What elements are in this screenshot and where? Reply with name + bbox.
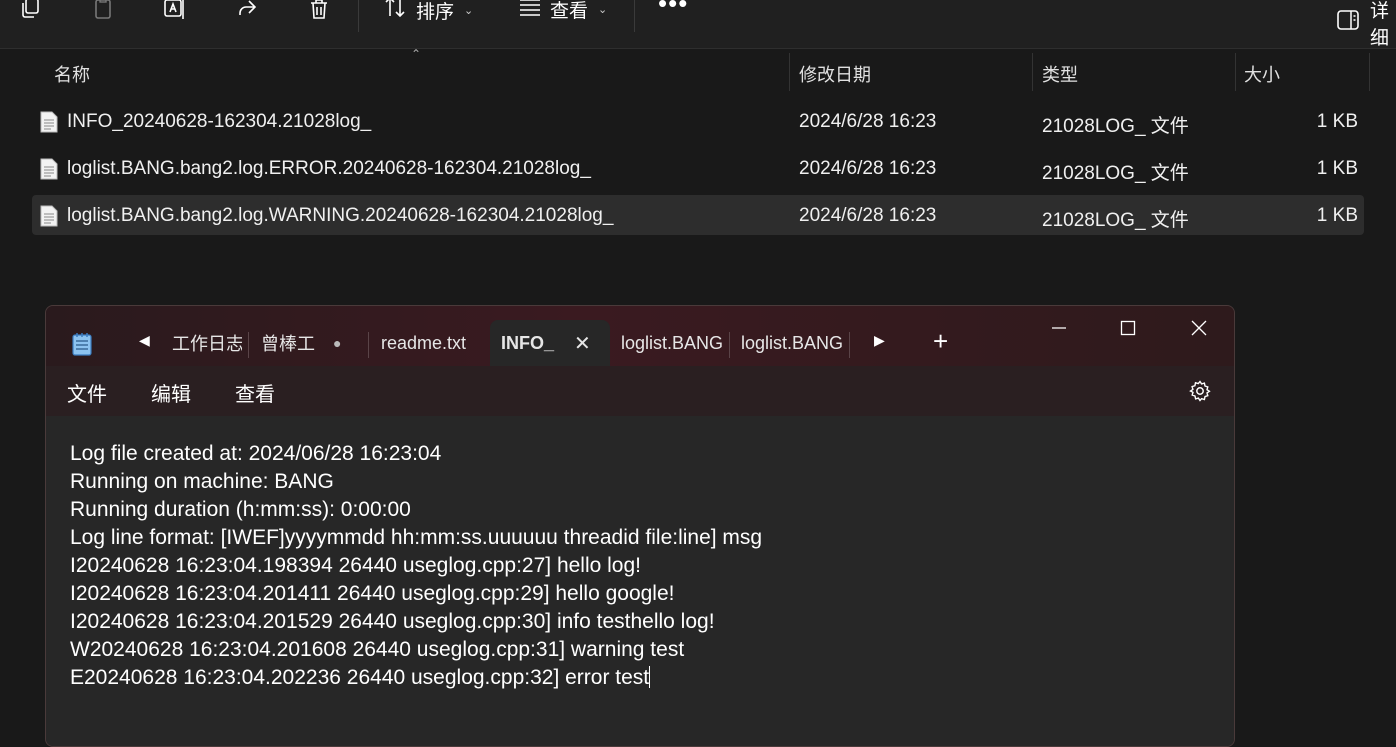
file-name: loglist.BANG.bang2.log.WARNING.20240628-… [67,205,614,226]
minimize-icon[interactable] [1039,314,1079,342]
file-type: 21028LOG_ 文件 [1042,210,1189,231]
text-line: I20240628 16:23:04.201529 26440 useglog.… [70,610,715,633]
menu-edit[interactable]: 编辑 [151,378,191,407]
share-icon[interactable] [232,0,262,24]
tab-scroll-left-icon[interactable]: ◀ [139,332,150,349]
tab-scroll-right-icon[interactable]: ▶ [874,332,885,349]
sort-icon [384,0,408,24]
tab-work-log[interactable]: 工作日志 [172,320,242,366]
text-file-icon [40,205,58,232]
text-line: Running duration (h:mm:ss): 0:00:00 [70,498,411,521]
view-button[interactable]: 查看 ⌄ [518,0,607,23]
notepad-title-bar[interactable]: ◀ 工作日志 曾棒工 ● readme.txt INFO_ ✕ loglist.… [46,306,1234,366]
menu-view[interactable]: 查看 [235,378,275,407]
details-pane-icon [1336,9,1360,37]
text-line: I20240628 16:23:04.198394 26440 useglog.… [70,554,641,577]
file-name: loglist.BANG.bang2.log.ERROR.20240628-16… [67,158,591,179]
tab-label: 曾棒工 [261,334,315,354]
details-label: 详细 [1370,1,1390,49]
tab-info-active[interactable]: INFO_ ✕ [490,320,610,366]
file-size: 1 KB [1316,158,1358,179]
text-line: Running on machine: BANG [70,470,334,493]
tab-readme[interactable]: readme.txt [381,320,466,366]
view-list-icon [518,0,542,23]
text-line-last: E20240628 16:23:04.202236 26440 useglog.… [70,666,651,690]
text-line: Log file created at: 2024/06/28 16:23:04 [70,442,442,465]
toolbar-divider [358,0,359,32]
tab-divider [248,332,249,358]
tab-divider [368,332,369,358]
rename-icon[interactable] [160,0,190,24]
chevron-down-icon: ⌄ [464,4,474,17]
file-date: 2024/6/28 16:23 [799,158,937,179]
notepad-menu-bar: 文件 编辑 查看 [46,366,1234,416]
tab-label: readme.txt [381,332,467,353]
file-type: 21028LOG_ 文件 [1042,116,1189,137]
file-row[interactable]: loglist.BANG.bang2.log.ERROR.20240628-16… [32,148,1364,188]
column-header-date[interactable]: 修改日期 [799,61,871,87]
sort-label: 排序 [416,1,455,23]
unsaved-dot-icon: ● [333,335,342,351]
tab-zeng[interactable]: 曾棒工 ● [261,320,341,366]
tab-divider [849,332,850,358]
text-line: Log line format: [IWEF]yyyymmdd hh:mm:ss… [70,526,763,549]
column-header-size[interactable]: 大小 [1244,61,1280,87]
file-name: INFO_20240628-162304.21028log_ [67,111,372,132]
text-line: I20240628 16:23:04.201411 26440 useglog.… [70,582,675,605]
file-row-selected[interactable]: loglist.BANG.bang2.log.WARNING.20240628-… [32,195,1364,235]
close-window-icon[interactable] [1179,314,1219,342]
tab-loglist-error[interactable]: loglist.BANG [621,320,723,366]
column-divider[interactable] [789,53,790,91]
tab-label: loglist.BANG [621,332,724,353]
file-date: 2024/6/28 16:23 [799,205,937,226]
settings-gear-icon[interactable] [1188,379,1212,408]
delete-icon[interactable] [304,0,334,24]
column-divider[interactable] [1369,53,1370,91]
close-tab-icon[interactable]: ✕ [574,331,591,356]
menu-file[interactable]: 文件 [67,378,107,407]
file-size: 1 KB [1316,205,1358,226]
text-line: W20240628 16:23:04.201608 26440 useglog.… [70,638,685,661]
column-divider[interactable] [1032,53,1033,91]
paste-icon[interactable] [88,0,118,24]
tab-label: loglist.BANG [741,332,844,353]
toolbar-divider [634,0,635,32]
details-pane-button[interactable]: 详细 [1336,0,1396,50]
copy-icon[interactable] [16,0,46,24]
tab-label: 工作日志 [172,334,242,354]
tab-loglist-warning[interactable]: loglist.BANG [741,320,843,366]
column-header-row: ⌃ 名称 修改日期 类型 大小 [0,47,1396,93]
tab-label: INFO_ [501,332,555,353]
text-cursor [649,666,651,688]
file-date: 2024/6/28 16:23 [799,111,937,132]
text-file-icon [40,111,58,138]
column-header-name[interactable]: 名称 [54,61,90,87]
maximize-icon[interactable] [1108,314,1148,342]
view-label: 查看 [550,1,589,22]
column-header-type[interactable]: 类型 [1042,61,1078,87]
text-file-icon [40,158,58,185]
notepad-window: ◀ 工作日志 曾棒工 ● readme.txt INFO_ ✕ loglist.… [45,305,1235,747]
sort-ascending-icon: ⌃ [411,47,422,61]
sort-button[interactable]: 排序 ⌄ [384,0,473,24]
file-row[interactable]: INFO_20240628-162304.21028log_ 2024/6/28… [32,101,1364,141]
explorer-toolbar: 排序 ⌄ 查看 ⌄ ••• 详细 [0,0,1396,49]
new-tab-plus-icon[interactable]: + [933,326,948,357]
text-line: E20240628 16:23:04.202236 26440 useglog.… [70,666,650,689]
tab-divider [729,332,730,358]
column-divider[interactable] [1235,53,1236,91]
notepad-text-area[interactable]: Log file created at: 2024/06/28 16:23:04… [46,416,1234,746]
notepad-app-icon [71,332,93,361]
chevron-down-icon: ⌄ [598,4,608,16]
file-size: 1 KB [1316,111,1358,132]
more-options-icon[interactable]: ••• [658,0,688,19]
file-type: 21028LOG_ 文件 [1042,163,1189,184]
